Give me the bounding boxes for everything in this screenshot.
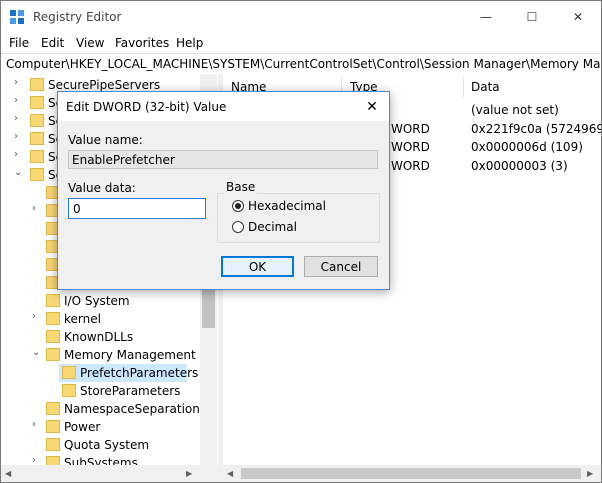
folder-icon (30, 114, 44, 127)
scrollbar-thumb[interactable] (241, 468, 581, 479)
tree-item-label: Memory Management (64, 348, 196, 362)
title-bar: Registry Editor — ☐ ✕ (1, 1, 601, 33)
column-divider[interactable] (463, 76, 464, 98)
tree-item-label: SecurePipeServers (48, 78, 161, 92)
address-path: Computer\HKEY_LOCAL_MACHINE\SYSTEM\Curre… (6, 57, 602, 71)
scrollbar-thumb[interactable] (202, 286, 215, 328)
tree-item-store-parameters[interactable]: StoreParameters (1, 382, 200, 400)
tree-item-label: Quota System (64, 438, 150, 452)
chevron-down-icon[interactable]: ⌄ (14, 167, 26, 178)
menu-file[interactable]: File (9, 36, 29, 50)
minimize-button[interactable]: — (463, 1, 509, 33)
scroll-left-arrow-icon[interactable]: ◀ (5, 469, 11, 478)
chevron-down-icon[interactable]: ⌄ (32, 347, 44, 358)
maximize-button[interactable]: ☐ (509, 1, 555, 33)
value-data-label: Value data: (68, 181, 136, 195)
close-button[interactable]: ✕ (555, 1, 601, 33)
value-data-text: 0 (73, 202, 81, 216)
menu-view[interactable]: View (76, 36, 104, 50)
tree-horizontal-scrollbar[interactable]: ◀ ▶ (1, 465, 218, 482)
folder-icon (46, 420, 60, 433)
value-type-cell[interactable]: WORD (391, 159, 430, 173)
value-type-cell[interactable]: WORD (391, 140, 430, 154)
tree-item-kernel[interactable]: › kernel (1, 310, 200, 328)
folder-icon (62, 384, 76, 397)
value-data-cell[interactable]: 0x0000006d (109) (471, 140, 583, 154)
radio-selected-dot (235, 203, 241, 209)
chevron-right-icon[interactable]: › (14, 149, 26, 160)
value-name-label: Value name: (68, 133, 143, 147)
value-data-cell[interactable]: 0x00000003 (3) (471, 159, 568, 173)
chevron-right-icon[interactable]: › (32, 419, 44, 430)
menu-edit[interactable]: Edit (41, 36, 64, 50)
window-title: Registry Editor (33, 10, 122, 24)
tree-item-namespace-separation[interactable]: NamespaceSeparation (1, 400, 200, 418)
hexadecimal-label[interactable]: Hexadecimal (248, 199, 326, 213)
tree-item-memory-management[interactable]: ⌄ Memory Management (1, 346, 200, 364)
folder-icon (30, 96, 44, 109)
tree-item-label: Power (64, 420, 101, 434)
tree-item-label: kernel (64, 312, 101, 326)
chevron-right-icon[interactable]: › (14, 113, 26, 124)
folder-icon (46, 438, 60, 451)
tree-item-io-system[interactable]: I/O System (1, 292, 200, 310)
folder-icon (46, 330, 60, 343)
folder-icon (46, 348, 60, 361)
folder-icon (46, 294, 60, 307)
folder-icon (30, 168, 44, 181)
menu-bar: File Edit View Favorites Help (1, 33, 601, 53)
ok-button[interactable]: OK (221, 256, 294, 277)
cancel-button[interactable]: Cancel (304, 256, 378, 277)
folder-icon (30, 132, 44, 145)
menu-help[interactable]: Help (176, 36, 203, 50)
registry-app-icon (10, 10, 24, 24)
folder-icon (30, 150, 44, 163)
chevron-right-icon[interactable]: › (14, 131, 26, 142)
tree-item-quota-system[interactable]: Quota System (1, 436, 200, 454)
scroll-right-arrow-icon[interactable]: ▶ (186, 469, 192, 478)
tree-item-label: PrefetchParameters (80, 366, 199, 380)
tree-item-label: NamespaceSeparation (64, 402, 200, 416)
menu-favorites[interactable]: Favorites (115, 36, 169, 50)
decimal-radio[interactable] (232, 221, 244, 233)
address-bar[interactable]: Computer\HKEY_LOCAL_MACHINE\SYSTEM\Curre… (1, 53, 601, 75)
values-horizontal-scrollbar[interactable]: ◀ ▶ (223, 465, 601, 482)
value-data-cell[interactable]: 0x221f9c0a (572496906) (471, 122, 601, 136)
tree-item-power[interactable]: › Power (1, 418, 200, 436)
dialog-close-button[interactable]: ✕ (357, 92, 387, 121)
value-data-cell[interactable]: (value not set) (471, 103, 559, 117)
tree-item-label: KnownDLLs (64, 330, 134, 344)
scroll-left-arrow-icon[interactable]: ◀ (227, 469, 233, 478)
folder-icon (30, 78, 44, 91)
dialog-title-bar: Edit DWORD (32-bit) Value ✕ (58, 92, 389, 121)
value-name-field: EnablePrefetcher (68, 150, 378, 169)
dialog-title: Edit DWORD (32-bit) Value (66, 100, 227, 114)
scroll-right-arrow-icon[interactable]: ▶ (587, 469, 593, 478)
base-group-label: Base (224, 180, 258, 194)
column-header-data[interactable]: Data (471, 80, 500, 94)
chevron-right-icon[interactable]: › (32, 311, 44, 322)
chevron-right-icon[interactable]: › (14, 77, 26, 88)
chevron-right-icon[interactable]: › (32, 203, 44, 214)
hexadecimal-radio[interactable] (232, 200, 244, 212)
folder-icon (46, 312, 60, 325)
folder-icon (46, 402, 60, 415)
value-data-input[interactable]: 0 (68, 198, 206, 219)
tree-item-label: StoreParameters (80, 384, 181, 398)
value-name-text: EnablePrefetcher (72, 153, 175, 167)
edit-dword-dialog: Edit DWORD (32-bit) Value ✕ Value name: … (57, 91, 390, 290)
folder-icon (62, 366, 76, 379)
tree-item-knowndlls[interactable]: KnownDLLs (1, 328, 200, 346)
tree-item-label: I/O System (64, 294, 130, 308)
value-type-cell[interactable]: WORD (391, 122, 430, 136)
decimal-label[interactable]: Decimal (248, 220, 297, 234)
chevron-right-icon[interactable]: › (14, 95, 26, 106)
tree-item-prefetch-parameters[interactable]: PrefetchParameters (1, 364, 200, 382)
